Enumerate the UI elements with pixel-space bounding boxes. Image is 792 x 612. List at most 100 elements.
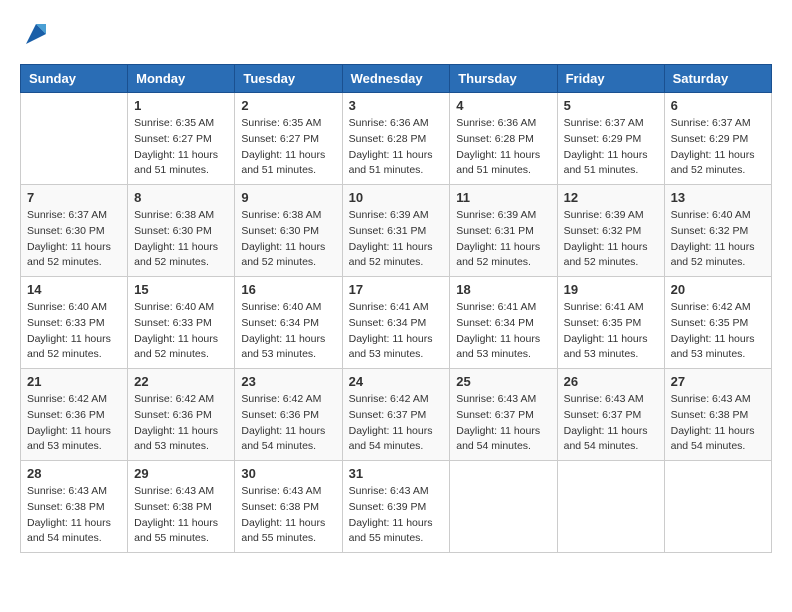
day-info: Sunrise: 6:36 AMSunset: 6:28 PMDaylight:… xyxy=(456,116,550,179)
day-number: 28 xyxy=(27,466,121,481)
calendar-cell: 31 Sunrise: 6:43 AMSunset: 6:39 PMDayligh… xyxy=(342,461,450,553)
day-header-saturday: Saturday xyxy=(664,65,771,93)
day-header-monday: Monday xyxy=(128,65,235,93)
day-info: Sunrise: 6:38 AMSunset: 6:30 PMDaylight:… xyxy=(241,208,335,271)
day-number: 20 xyxy=(671,282,765,297)
day-info: Sunrise: 6:36 AMSunset: 6:28 PMDaylight:… xyxy=(349,116,444,179)
day-info: Sunrise: 6:43 AMSunset: 6:38 PMDaylight:… xyxy=(27,484,121,547)
calendar-cell: 10 Sunrise: 6:39 AMSunset: 6:31 PMDayligh… xyxy=(342,185,450,277)
day-info: Sunrise: 6:40 AMSunset: 6:34 PMDaylight:… xyxy=(241,300,335,363)
day-info: Sunrise: 6:41 AMSunset: 6:35 PMDaylight:… xyxy=(564,300,658,363)
day-number: 9 xyxy=(241,190,335,205)
day-number: 18 xyxy=(456,282,550,297)
day-info: Sunrise: 6:42 AMSunset: 6:35 PMDaylight:… xyxy=(671,300,765,363)
day-number: 27 xyxy=(671,374,765,389)
logo-icon xyxy=(22,20,50,48)
calendar-cell: 20 Sunrise: 6:42 AMSunset: 6:35 PMDayligh… xyxy=(664,277,771,369)
calendar-cell: 16 Sunrise: 6:40 AMSunset: 6:34 PMDayligh… xyxy=(235,277,342,369)
day-info: Sunrise: 6:35 AMSunset: 6:27 PMDaylight:… xyxy=(241,116,335,179)
calendar-cell: 21 Sunrise: 6:42 AMSunset: 6:36 PMDayligh… xyxy=(21,369,128,461)
calendar-week-row: 21 Sunrise: 6:42 AMSunset: 6:36 PMDayligh… xyxy=(21,369,772,461)
day-number: 31 xyxy=(349,466,444,481)
calendar-cell: 9 Sunrise: 6:38 AMSunset: 6:30 PMDaylight… xyxy=(235,185,342,277)
calendar-cell: 5 Sunrise: 6:37 AMSunset: 6:29 PMDaylight… xyxy=(557,93,664,185)
day-header-sunday: Sunday xyxy=(21,65,128,93)
calendar-cell: 29 Sunrise: 6:43 AMSunset: 6:38 PMDayligh… xyxy=(128,461,235,553)
calendar-cell: 12Sunrise: 6:39 AMSunset: 6:32 PMDayligh… xyxy=(557,185,664,277)
day-number: 26 xyxy=(564,374,658,389)
calendar-cell xyxy=(21,93,128,185)
calendar-cell: 8 Sunrise: 6:38 AMSunset: 6:30 PMDaylight… xyxy=(128,185,235,277)
day-info: Sunrise: 6:39 AMSunset: 6:31 PMDaylight:… xyxy=(349,208,444,271)
day-number: 21 xyxy=(27,374,121,389)
header xyxy=(20,20,772,48)
calendar-cell: 27 Sunrise: 6:43 AMSunset: 6:38 PMDayligh… xyxy=(664,369,771,461)
day-header-wednesday: Wednesday xyxy=(342,65,450,93)
calendar-cell: 7 Sunrise: 6:37 AMSunset: 6:30 PMDaylight… xyxy=(21,185,128,277)
day-info: Sunrise: 6:41 AMSunset: 6:34 PMDaylight:… xyxy=(456,300,550,363)
day-info: Sunrise: 6:40 AMSunset: 6:32 PMDaylight:… xyxy=(671,208,765,271)
day-info: Sunrise: 6:43 AMSunset: 6:38 PMDaylight:… xyxy=(671,392,765,455)
day-number: 11 xyxy=(456,190,550,205)
calendar-cell: 13 Sunrise: 6:40 AMSunset: 6:32 PMDayligh… xyxy=(664,185,771,277)
day-number: 4 xyxy=(456,98,550,113)
calendar-cell: 1Sunrise: 6:35 AMSunset: 6:27 PMDaylight… xyxy=(128,93,235,185)
day-info: Sunrise: 6:43 AMSunset: 6:39 PMDaylight:… xyxy=(349,484,444,547)
calendar-table: SundayMondayTuesdayWednesdayThursdayFrid… xyxy=(20,64,772,553)
day-info: Sunrise: 6:42 AMSunset: 6:36 PMDaylight:… xyxy=(134,392,228,455)
day-info: Sunrise: 6:42 AMSunset: 6:36 PMDaylight:… xyxy=(27,392,121,455)
day-number: 8 xyxy=(134,190,228,205)
day-info: Sunrise: 6:37 AMSunset: 6:30 PMDaylight:… xyxy=(27,208,121,271)
day-info: Sunrise: 6:40 AMSunset: 6:33 PMDaylight:… xyxy=(134,300,228,363)
calendar-cell: 26 Sunrise: 6:43 AMSunset: 6:37 PMDayligh… xyxy=(557,369,664,461)
calendar-week-row: 14 Sunrise: 6:40 AMSunset: 6:33 PMDayligh… xyxy=(21,277,772,369)
calendar-cell xyxy=(664,461,771,553)
day-info: Sunrise: 6:39 AMSunset: 6:32 PMDaylight:… xyxy=(564,208,658,271)
day-info: Sunrise: 6:43 AMSunset: 6:37 PMDaylight:… xyxy=(456,392,550,455)
day-info: Sunrise: 6:42 AMSunset: 6:36 PMDaylight:… xyxy=(241,392,335,455)
calendar-cell xyxy=(450,461,557,553)
calendar-week-row: 7 Sunrise: 6:37 AMSunset: 6:30 PMDaylight… xyxy=(21,185,772,277)
calendar-cell: 6 Sunrise: 6:37 AMSunset: 6:29 PMDaylight… xyxy=(664,93,771,185)
day-info: Sunrise: 6:43 AMSunset: 6:37 PMDaylight:… xyxy=(564,392,658,455)
day-number: 16 xyxy=(241,282,335,297)
calendar-cell: 28 Sunrise: 6:43 AMSunset: 6:38 PMDayligh… xyxy=(21,461,128,553)
calendar-cell: 30 Sunrise: 6:43 AMSunset: 6:38 PMDayligh… xyxy=(235,461,342,553)
day-number: 6 xyxy=(671,98,765,113)
day-number: 30 xyxy=(241,466,335,481)
day-info: Sunrise: 6:41 AMSunset: 6:34 PMDaylight:… xyxy=(349,300,444,363)
day-info: Sunrise: 6:37 AMSunset: 6:29 PMDaylight:… xyxy=(564,116,658,179)
day-info: Sunrise: 6:35 AMSunset: 6:27 PMDaylight:… xyxy=(134,116,228,179)
day-number: 10 xyxy=(349,190,444,205)
calendar-header-row: SundayMondayTuesdayWednesdayThursdayFrid… xyxy=(21,65,772,93)
day-info: Sunrise: 6:38 AMSunset: 6:30 PMDaylight:… xyxy=(134,208,228,271)
calendar-cell: 11Sunrise: 6:39 AMSunset: 6:31 PMDayligh… xyxy=(450,185,557,277)
calendar-cell: 2Sunrise: 6:35 AMSunset: 6:27 PMDaylight… xyxy=(235,93,342,185)
day-number: 13 xyxy=(671,190,765,205)
day-number: 29 xyxy=(134,466,228,481)
day-info: Sunrise: 6:42 AMSunset: 6:37 PMDaylight:… xyxy=(349,392,444,455)
day-info: Sunrise: 6:43 AMSunset: 6:38 PMDaylight:… xyxy=(134,484,228,547)
day-number: 19 xyxy=(564,282,658,297)
day-number: 14 xyxy=(27,282,121,297)
logo xyxy=(20,20,52,48)
day-number: 15 xyxy=(134,282,228,297)
day-number: 7 xyxy=(27,190,121,205)
calendar-week-row: 28 Sunrise: 6:43 AMSunset: 6:38 PMDayligh… xyxy=(21,461,772,553)
calendar-cell: 24 Sunrise: 6:42 AMSunset: 6:37 PMDayligh… xyxy=(342,369,450,461)
day-number: 24 xyxy=(349,374,444,389)
day-header-friday: Friday xyxy=(557,65,664,93)
calendar-cell: 23Sunrise: 6:42 AMSunset: 6:36 PMDayligh… xyxy=(235,369,342,461)
day-number: 5 xyxy=(564,98,658,113)
calendar-cell: 4 Sunrise: 6:36 AMSunset: 6:28 PMDaylight… xyxy=(450,93,557,185)
calendar-cell: 14Sunrise: 6:40 AMSunset: 6:33 PMDayligh… xyxy=(21,277,128,369)
day-number: 25 xyxy=(456,374,550,389)
calendar-cell: 15 Sunrise: 6:40 AMSunset: 6:33 PMDayligh… xyxy=(128,277,235,369)
calendar-cell: 18 Sunrise: 6:41 AMSunset: 6:34 PMDayligh… xyxy=(450,277,557,369)
day-info: Sunrise: 6:43 AMSunset: 6:38 PMDaylight:… xyxy=(241,484,335,547)
calendar-cell: 25 Sunrise: 6:43 AMSunset: 6:37 PMDayligh… xyxy=(450,369,557,461)
calendar-cell xyxy=(557,461,664,553)
calendar-week-row: 1Sunrise: 6:35 AMSunset: 6:27 PMDaylight… xyxy=(21,93,772,185)
day-info: Sunrise: 6:37 AMSunset: 6:29 PMDaylight:… xyxy=(671,116,765,179)
calendar-cell: 3Sunrise: 6:36 AMSunset: 6:28 PMDaylight… xyxy=(342,93,450,185)
